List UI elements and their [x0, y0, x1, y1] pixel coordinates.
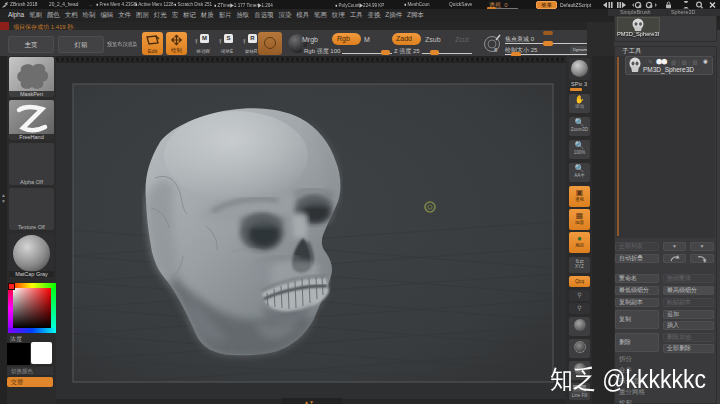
svg-text:8: 8	[494, 47, 498, 53]
